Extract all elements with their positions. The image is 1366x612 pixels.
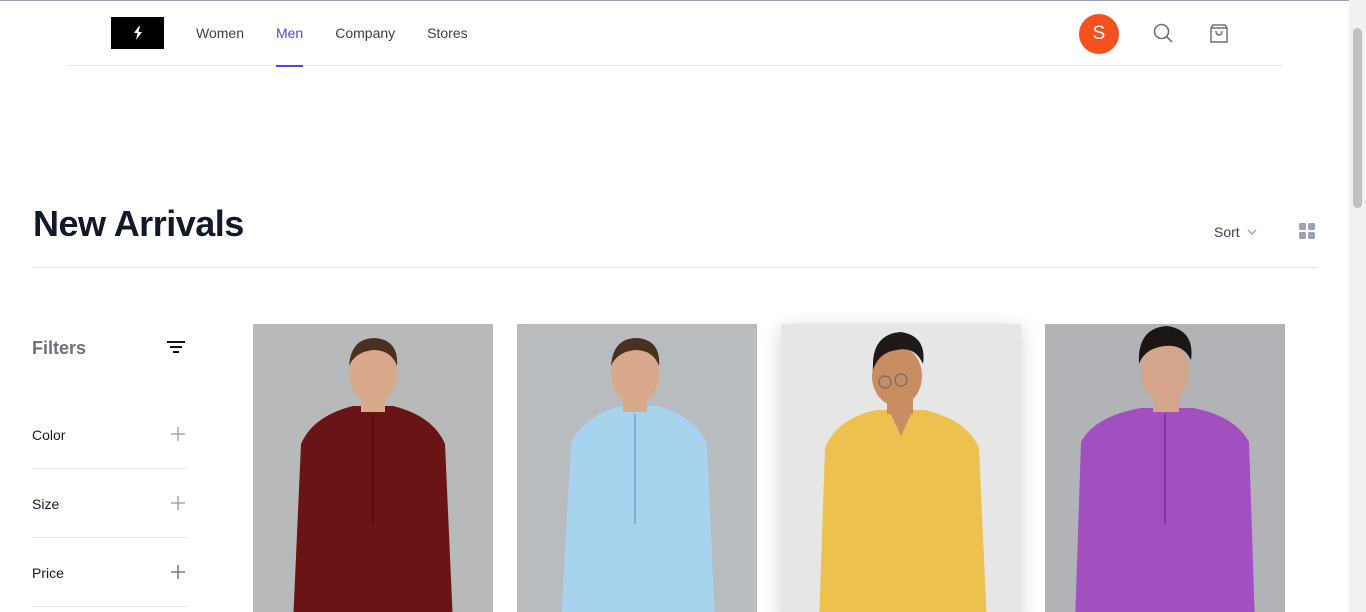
chevron-down-icon [1247, 229, 1257, 235]
site-header: Women Men Company Stores S [67, 0, 1283, 67]
product-image [1045, 324, 1285, 612]
shopping-bag-icon[interactable] [1207, 21, 1231, 45]
filter-label: Price [32, 565, 64, 581]
lightning-icon [133, 26, 142, 40]
vertical-scrollbar[interactable] [1349, 0, 1366, 612]
filter-group-price[interactable]: Price [32, 538, 188, 607]
filter-group-color[interactable]: Color [32, 400, 188, 469]
filters-header: Filters [32, 324, 188, 370]
plus-icon[interactable] [171, 496, 185, 510]
product-card[interactable] [253, 324, 493, 612]
product-card[interactable] [1045, 324, 1285, 612]
scrollbar-thumb[interactable] [1353, 28, 1362, 208]
product-image [253, 324, 493, 612]
filters-sidebar: Filters Color Size Price [32, 324, 188, 607]
nav-women[interactable]: Women [196, 0, 244, 66]
filter-label: Color [32, 427, 66, 443]
product-card-hovered[interactable] [781, 324, 1021, 612]
filter-group-size[interactable]: Size [32, 469, 188, 538]
brand-logo[interactable] [111, 17, 164, 49]
main-nav: Women Men Company Stores [196, 0, 500, 67]
grid-view-icon[interactable] [1299, 223, 1315, 239]
nav-men[interactable]: Men [275, 0, 304, 67]
product-image [517, 324, 757, 612]
nav-stores[interactable]: Stores [427, 0, 467, 66]
filters-title: Filters [32, 338, 87, 358]
plus-icon[interactable] [171, 427, 185, 441]
nav-company[interactable]: Company [335, 0, 395, 66]
product-image [781, 324, 1021, 612]
page-title-row: New Arrivals Sort [33, 190, 1318, 268]
search-icon[interactable] [1151, 21, 1175, 45]
filter-lines-icon[interactable] [166, 339, 186, 355]
filter-label: Size [32, 496, 60, 512]
product-card[interactable] [517, 324, 757, 612]
plus-icon[interactable] [171, 565, 185, 579]
sort-label: Sort [1214, 224, 1240, 240]
sort-dropdown[interactable]: Sort [1214, 224, 1258, 240]
user-avatar[interactable]: S [1079, 14, 1119, 54]
page-title: New Arrivals [33, 203, 244, 244]
